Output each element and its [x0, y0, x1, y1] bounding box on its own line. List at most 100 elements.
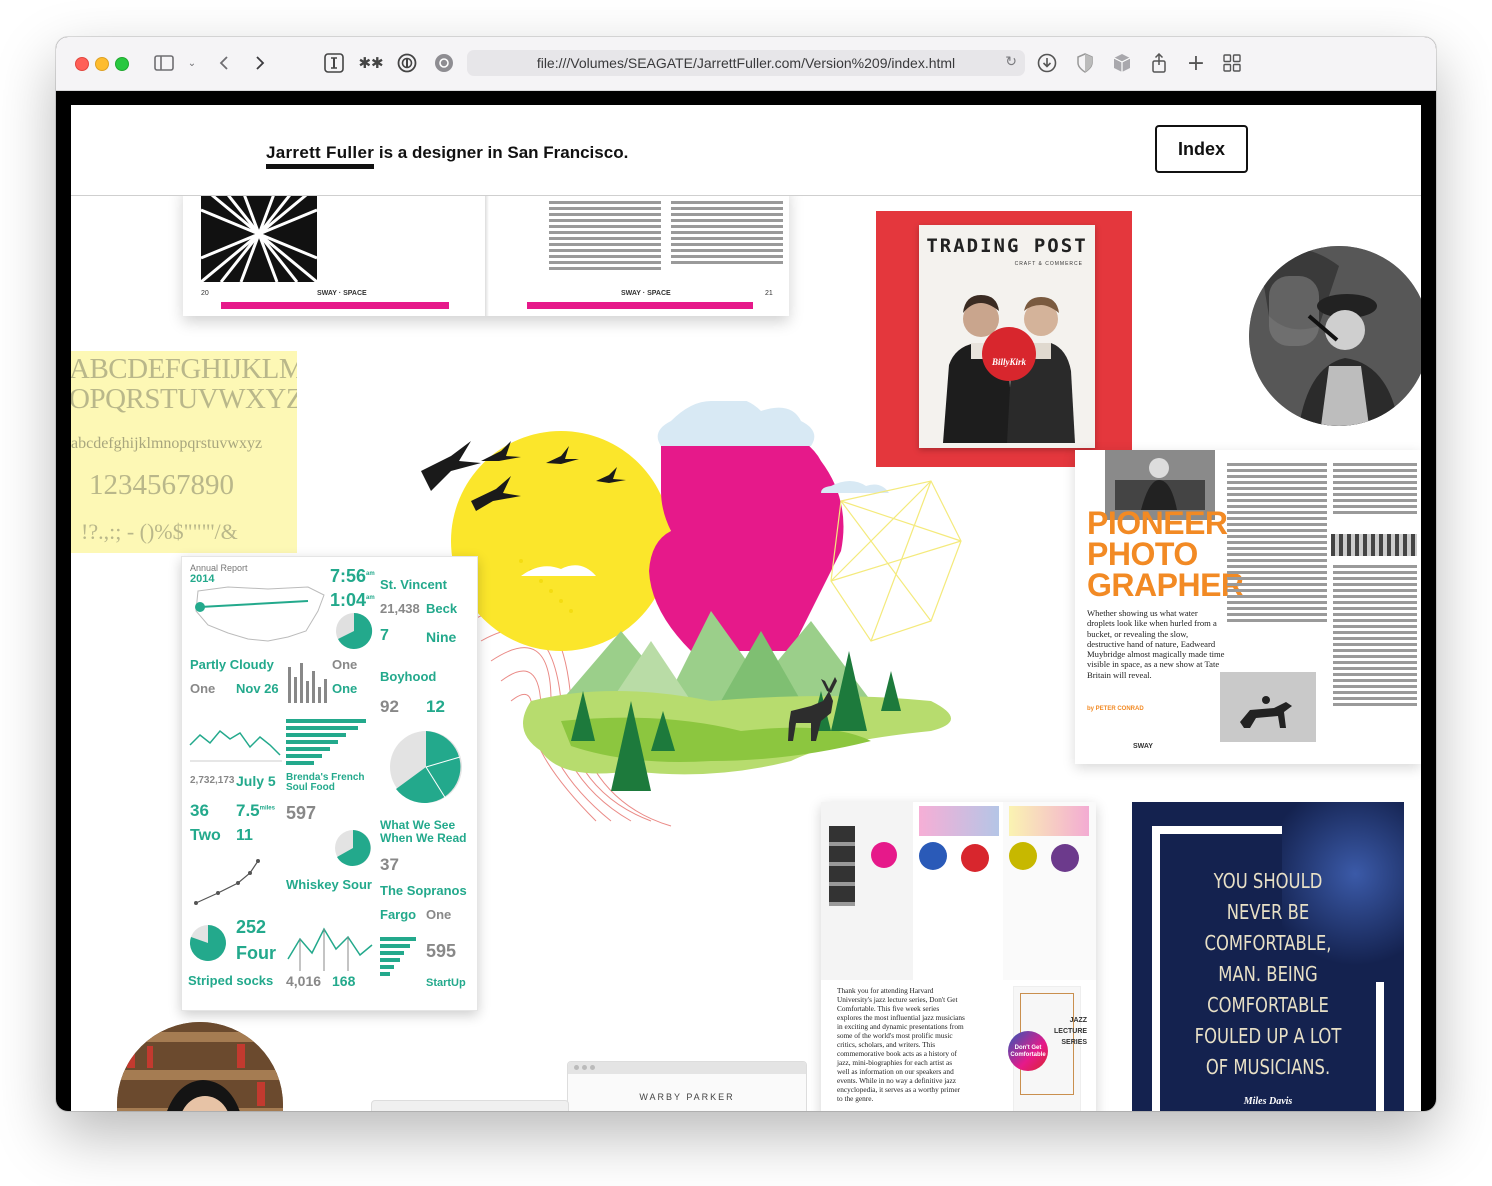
forward-icon[interactable] [252, 52, 268, 74]
pie-chart-drinks [335, 830, 371, 866]
report-stat: Beck [426, 601, 458, 616]
pie-chart-fashion [189, 925, 226, 961]
asterisk-extension-icon[interactable]: ✱✱ [358, 52, 383, 74]
warby-window-chrome [568, 1062, 806, 1074]
report-stat: 21,438 [380, 601, 420, 616]
reload-icon[interactable]: ↻ [1005, 54, 1017, 70]
report-stat: Fargo [380, 907, 417, 922]
report-stat: Striped socks [188, 973, 274, 988]
index-button[interactable]: Index [1155, 125, 1248, 173]
body-column-1 [549, 198, 661, 273]
downloads-icon[interactable] [1036, 52, 1058, 74]
report-stat: 12 [426, 697, 445, 716]
chevron-down-icon[interactable]: ⌄ [186, 52, 198, 74]
series-label: LECTURE [1054, 1028, 1088, 1035]
pioneer-headline: PIONEER PHOTO GRAPHER [1087, 505, 1244, 603]
folio-left: SWAY · SPACE [317, 290, 367, 297]
report-stat: Partly Cloudy [190, 657, 274, 672]
shield-icon[interactable] [1074, 52, 1096, 74]
bar-sparkline [288, 663, 327, 703]
report-stat: What We See When We Read [380, 818, 467, 845]
report-stat: Two [190, 827, 221, 844]
report-stat: StartUp [426, 977, 466, 989]
report-stat: One [332, 657, 358, 672]
booklet-intro-text: Thank you for attending Harvard Universi… [837, 986, 965, 1103]
time-stats: 7:56am 1:04am [330, 566, 375, 610]
trading-post-badge: BillyKirk [982, 327, 1036, 381]
cube-extension-icon[interactable] [1111, 52, 1133, 74]
page-number-right: 21 [765, 290, 773, 297]
pink-rule-left [221, 302, 449, 309]
share-icon[interactable] [1148, 52, 1170, 74]
report-stat: One [332, 681, 358, 696]
body-column-2 [671, 198, 783, 267]
pioneer-photographer-spread[interactable]: PIONEER PHOTO GRAPHER Whether showing us… [1075, 450, 1421, 764]
miles-davis-poster[interactable]: YOU SHOULD NEVER BE COMFORTABLE, MAN. BE… [1132, 802, 1404, 1111]
series-label: JAZZ [1069, 1017, 1088, 1024]
tagline-text: is a designer in San Francisco. [378, 143, 629, 162]
back-icon[interactable] [216, 52, 232, 74]
pink-rule-right [527, 302, 753, 309]
muybridge-horse-photo [1220, 672, 1316, 742]
specimen-numerals: 1234567890 [89, 469, 234, 501]
report-stat: Nov 26 [236, 681, 279, 696]
report-stat: The Sopranos [380, 883, 467, 898]
annual-report-title: Annual Report [190, 563, 248, 573]
jazz-booklet-spread[interactable]: Thank you for attending Harvard Universi… [821, 802, 1096, 1111]
booklet-photo-panel [821, 802, 913, 980]
report-stat: Four [236, 943, 276, 963]
sway-magazine-spread[interactable]: 20 SWAY · SPACE SWAY · SPACE 21 [183, 196, 789, 316]
address-bar[interactable]: file:///Volumes/SEAGATE/JarrettFuller.co… [467, 50, 1025, 76]
trading-post-title: TRADING POST [926, 235, 1088, 257]
zoom-window-button[interactable] [115, 57, 129, 71]
booklet-quote-panel [1003, 802, 1096, 980]
specimen-uppercase-1: ABCDEFGHIJKLMN [71, 353, 297, 385]
report-stat: Nine [426, 629, 457, 645]
report-stat: St. Vincent [380, 577, 447, 592]
sidebar-toggle-icon[interactable] [153, 52, 175, 74]
report-stat: Whiskey Sour [286, 877, 372, 892]
grey-circle-extension-icon[interactable] [433, 52, 455, 74]
motion-sequence-strip [1331, 534, 1417, 556]
booklet-badge: Don't Get Comfortable [1008, 1031, 1048, 1071]
booklet-portraits-panel [913, 802, 1003, 980]
series-label: SERIES [1061, 1039, 1088, 1046]
report-stat: 37 [380, 855, 399, 874]
route-diagram [194, 859, 260, 905]
food-bar-chart [286, 719, 366, 765]
profile-photo-circle[interactable] [117, 1022, 283, 1111]
new-tab-icon[interactable]: + [1185, 51, 1207, 76]
url-text: file:///Volumes/SEAGATE/JarrettFuller.co… [536, 55, 956, 71]
pioneer-byline: by PETER CONRAD [1087, 706, 1144, 712]
podcast-bars [380, 937, 416, 976]
report-stat: 252 [236, 917, 267, 937]
pioneer-folio: SWAY [1133, 743, 1153, 750]
report-stat: 7 [380, 627, 389, 644]
page-number-left: 20 [201, 290, 209, 297]
warby-logo: WARBY PARKER [639, 1092, 735, 1102]
close-window-button[interactable] [75, 57, 89, 71]
annual-report-card[interactable]: Annual Report 2014 7:56am 1:04am St. Vin… [181, 556, 478, 1011]
report-stat: 168 [332, 973, 356, 989]
warby-parker-window[interactable]: WARBY PARKER [567, 1061, 807, 1111]
poster-quote: YOU SHOULD NEVER BE COMFORTABLE, MAN. BE… [1194, 869, 1342, 1079]
small-browser-window[interactable] [371, 1100, 569, 1111]
text-cursor-extension-icon[interactable] [323, 52, 345, 74]
type-specimen-card[interactable]: ABCDEFGHIJKLMN OPQRSTUVWXYZ abcdefghijkl… [71, 351, 297, 553]
browser-toolbar: ⌄ ✱✱ file:///Volumes/SEAGATE/JarrettFull… [56, 37, 1436, 91]
specimen-uppercase-2: OPQRSTUVWXYZ [71, 383, 297, 415]
site-name-link[interactable]: Jarrett Fuller [266, 143, 375, 169]
pioneer-column-2 [1333, 460, 1417, 517]
mountain-landscape-illustration[interactable] [411, 401, 981, 841]
lecture-series-panel: JAZZ LECTURE SERIES Don't Get Comfortabl… [1008, 986, 1087, 1111]
site-tagline: Jarrett Fuller is a designer in San Fran… [266, 143, 629, 169]
pie-chart-large [390, 731, 462, 803]
tab-overview-icon[interactable] [1221, 52, 1243, 74]
specimen-punctuation: !?.,:; - ()%$"""'/& [81, 519, 238, 544]
report-stat: Boyhood [380, 669, 437, 684]
concert-photo-circle[interactable] [1249, 246, 1421, 426]
minimize-window-button[interactable] [95, 57, 109, 71]
report-stat: 36 [190, 801, 209, 820]
report-stat: 2,732,173 [190, 775, 235, 786]
password-extension-icon[interactable] [396, 52, 418, 74]
